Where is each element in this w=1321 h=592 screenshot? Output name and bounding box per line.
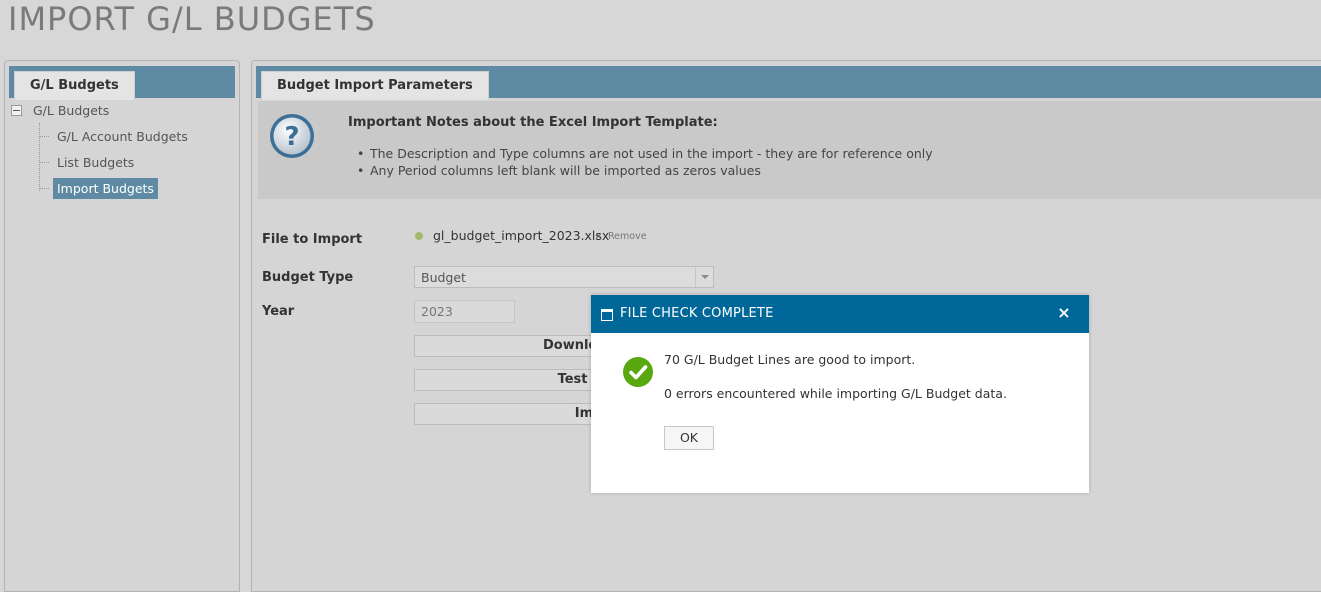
tab-gl-budgets[interactable]: G/L Budgets <box>14 71 135 100</box>
remove-icon[interactable]: × <box>595 229 602 243</box>
tree-root-label[interactable]: G/L Budgets <box>33 103 109 118</box>
tree-item-label[interactable]: List Budgets <box>53 153 138 172</box>
year-input[interactable]: 2023 <box>414 300 515 323</box>
file-to-import-label: File to Import <box>262 232 363 247</box>
budget-type-label: Budget Type <box>262 270 354 285</box>
window-icon <box>601 309 613 321</box>
svg-text:?: ? <box>284 122 299 152</box>
budget-type-select[interactable]: Budget <box>414 266 714 288</box>
tree-item-label[interactable]: G/L Account Budgets <box>53 127 192 146</box>
dialog-message-line-2: 0 errors encountered while importing G/L… <box>664 386 1007 401</box>
dialog-title: FILE CHECK COMPLETE <box>620 306 774 321</box>
tree-collapse-icon[interactable] <box>11 105 22 116</box>
remove-file-link[interactable]: Remove <box>608 231 647 242</box>
close-icon[interactable]: × <box>1057 305 1071 321</box>
file-check-dialog: FILE CHECK COMPLETE × 70 G/L Budget Line… <box>591 295 1089 493</box>
left-panel-header: G/L Budgets <box>9 66 235 100</box>
note-item: Any Period columns left blank will be im… <box>357 162 933 179</box>
year-label: Year <box>262 304 295 319</box>
tree-item-label[interactable]: Import Budgets <box>53 178 158 199</box>
chevron-down-icon <box>701 275 709 279</box>
left-panel: G/L Budgets G/L Budgets G/L Account Budg… <box>4 60 240 592</box>
tree-connector <box>39 123 40 191</box>
tab-budget-import-parameters[interactable]: Budget Import Parameters <box>261 71 489 100</box>
file-status-dot <box>415 232 423 240</box>
ok-button[interactable]: OK <box>664 426 714 450</box>
file-name: gl_budget_import_2023.xlsx <box>433 228 610 243</box>
notes-title: Important Notes about the Excel Import T… <box>348 115 718 130</box>
dialog-header: FILE CHECK COMPLETE × <box>591 295 1089 333</box>
select-dropdown-button[interactable] <box>695 267 713 287</box>
dialog-message-line-1: 70 G/L Budget Lines are good to import. <box>664 352 916 367</box>
note-item: The Description and Type columns are not… <box>357 145 933 162</box>
main-panel-header: Budget Import Parameters <box>256 66 1321 100</box>
page-title: IMPORT G/L BUDGETS <box>8 0 376 38</box>
success-check-icon <box>623 357 653 387</box>
help-icon: ? <box>270 114 314 158</box>
budget-type-value: Budget <box>421 270 466 285</box>
notes-box: ? Important Notes about the Excel Import… <box>258 101 1321 199</box>
notes-list: The Description and Type columns are not… <box>357 145 933 179</box>
